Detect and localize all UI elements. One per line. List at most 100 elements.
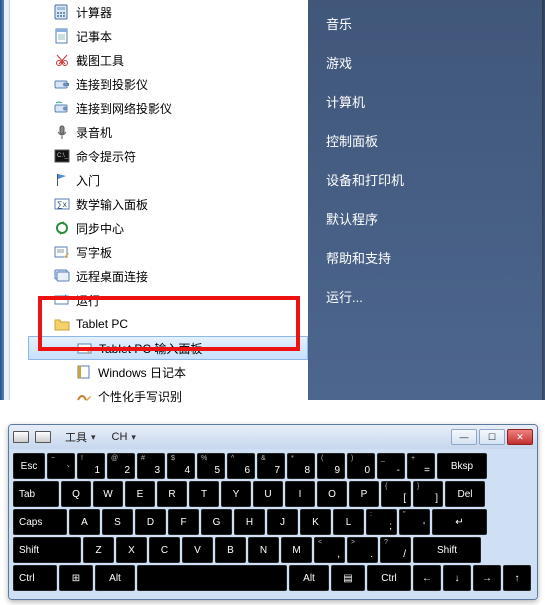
key-→[interactable]: → xyxy=(473,565,501,591)
program-item-sync[interactable]: 同步中心 xyxy=(28,216,308,240)
key-5[interactable]: %5 xyxy=(197,453,225,479)
program-item-snipping[interactable]: 截图工具 xyxy=(28,48,308,72)
key-d[interactable]: D xyxy=(135,509,166,535)
places-item-1[interactable]: 游戏 xyxy=(308,43,545,82)
key-alt[interactable]: Alt xyxy=(95,565,135,591)
key-←[interactable]: ← xyxy=(413,565,441,591)
program-item-label: 命令提示符 xyxy=(76,148,136,165)
key-i[interactable]: I xyxy=(285,481,315,507)
key-label: 1 xyxy=(94,465,100,476)
program-item-journal[interactable]: Windows 日记本 xyxy=(28,360,308,384)
key-del[interactable]: Del xyxy=(445,481,485,507)
program-item-rdp[interactable]: 远程桌面连接 xyxy=(28,264,308,288)
key-q[interactable]: Q xyxy=(61,481,91,507)
key-y[interactable]: Y xyxy=(221,481,251,507)
key-g[interactable]: G xyxy=(201,509,232,535)
key-p[interactable]: P xyxy=(349,481,379,507)
key-`[interactable]: ~` xyxy=(47,453,75,479)
program-item-tablet-input[interactable]: Tablet PC 输入面板 xyxy=(28,336,308,360)
key-/[interactable]: ?/ xyxy=(380,537,411,563)
places-item-7[interactable]: 运行... xyxy=(308,277,545,316)
maximize-button[interactable]: ☐ xyxy=(479,429,505,445)
language-menu[interactable]: CH xyxy=(108,427,140,447)
key-0[interactable]: )0 xyxy=(347,453,375,479)
key-r[interactable]: R xyxy=(157,481,187,507)
places-item-5[interactable]: 默认程序 xyxy=(308,199,545,238)
program-item-mic[interactable]: 录音机 xyxy=(28,120,308,144)
program-item-cmd[interactable]: C:\_命令提示符 xyxy=(28,144,308,168)
program-item-folder[interactable]: Tablet PC xyxy=(28,312,308,336)
key-j[interactable]: J xyxy=(267,509,298,535)
key-'[interactable]: "' xyxy=(399,509,430,535)
key-7[interactable]: &7 xyxy=(257,453,285,479)
key-o[interactable]: O xyxy=(317,481,347,507)
key-ctrl[interactable]: Ctrl xyxy=(367,565,411,591)
key-shift[interactable]: Shift xyxy=(413,537,481,563)
key-=[interactable]: += xyxy=(407,453,435,479)
key-⊞[interactable]: ⊞ xyxy=(59,565,93,591)
key-esc[interactable]: Esc xyxy=(13,453,45,479)
key-l[interactable]: L xyxy=(333,509,364,535)
key-;[interactable]: :; xyxy=(366,509,397,535)
key-3[interactable]: #3 xyxy=(137,453,165,479)
key-w[interactable]: W xyxy=(93,481,123,507)
tools-menu[interactable]: 工具 xyxy=(61,427,100,447)
key-↑[interactable]: ↑ xyxy=(503,565,531,591)
key-u[interactable]: U xyxy=(253,481,283,507)
key-n[interactable]: N xyxy=(248,537,279,563)
key-t[interactable]: T xyxy=(189,481,219,507)
key-1[interactable]: !1 xyxy=(77,453,105,479)
key-shift[interactable]: Shift xyxy=(13,537,81,563)
key-6[interactable]: ^6 xyxy=(227,453,255,479)
osk-keys: Esc~`!1@2#3$4%5^6&7*8(9)0_-+=Bksp TabQWER… xyxy=(9,449,537,599)
key-[[interactable]: {[ xyxy=(381,481,411,507)
key-s[interactable]: S xyxy=(102,509,133,535)
key-z[interactable]: Z xyxy=(83,537,114,563)
places-item-3[interactable]: 控制面板 xyxy=(308,121,545,160)
minimize-button[interactable]: — xyxy=(451,429,477,445)
key-4[interactable]: $4 xyxy=(167,453,195,479)
close-button[interactable]: ✕ xyxy=(507,429,533,445)
program-item-net-projector[interactable]: 连接到网络投影仪 xyxy=(28,96,308,120)
places-item-6[interactable]: 帮助和支持 xyxy=(308,238,545,277)
key-ctrl[interactable]: Ctrl xyxy=(13,565,57,591)
places-item-0[interactable]: 音乐 xyxy=(308,4,545,43)
program-item-notepad[interactable]: 记事本 xyxy=(28,24,308,48)
key-c[interactable]: C xyxy=(149,537,180,563)
program-item-run[interactable]: 运行 xyxy=(28,288,308,312)
key-m[interactable]: M xyxy=(281,537,312,563)
key-caps[interactable]: Caps xyxy=(13,509,67,535)
key-h[interactable]: H xyxy=(234,509,265,535)
key-tab[interactable]: Tab xyxy=(13,481,59,507)
key-2[interactable]: @2 xyxy=(107,453,135,479)
program-item-math-input[interactable]: ∑x数学输入面板 xyxy=(28,192,308,216)
key-9[interactable]: (9 xyxy=(317,453,345,479)
key-v[interactable]: V xyxy=(182,537,213,563)
places-item-2[interactable]: 计算机 xyxy=(308,82,545,121)
key-alt[interactable]: Alt xyxy=(289,565,329,591)
program-item-calculator[interactable]: 计算器 xyxy=(28,0,308,24)
key-e[interactable]: E xyxy=(125,481,155,507)
key-↵[interactable]: ↵ xyxy=(432,509,487,535)
key-f[interactable]: F xyxy=(168,509,199,535)
key-x[interactable]: X xyxy=(116,537,147,563)
key-.[interactable]: >. xyxy=(347,537,378,563)
key-][interactable]: }] xyxy=(413,481,443,507)
key-space[interactable] xyxy=(137,565,287,591)
program-item-tablet-pen[interactable]: 写字板 xyxy=(28,240,308,264)
places-item-4[interactable]: 设备和打印机 xyxy=(308,160,545,199)
key-b[interactable]: B xyxy=(215,537,246,563)
handwriting-mode-icon[interactable] xyxy=(35,431,51,443)
program-item-handwriting[interactable]: 个性化手写识别 xyxy=(28,384,308,408)
key-a[interactable]: A xyxy=(69,509,100,535)
key-k[interactable]: K xyxy=(300,509,331,535)
key-8[interactable]: *8 xyxy=(287,453,315,479)
keyboard-mode-icon[interactable] xyxy=(13,431,29,443)
key-↓[interactable]: ↓ xyxy=(443,565,471,591)
program-item-projector[interactable]: 连接到投影仪 xyxy=(28,72,308,96)
key-▤[interactable]: ▤ xyxy=(331,565,365,591)
key-,[interactable]: <, xyxy=(314,537,345,563)
key-bksp[interactable]: Bksp xyxy=(437,453,487,479)
program-item-flag[interactable]: 入门 xyxy=(28,168,308,192)
key--[interactable]: _- xyxy=(377,453,405,479)
